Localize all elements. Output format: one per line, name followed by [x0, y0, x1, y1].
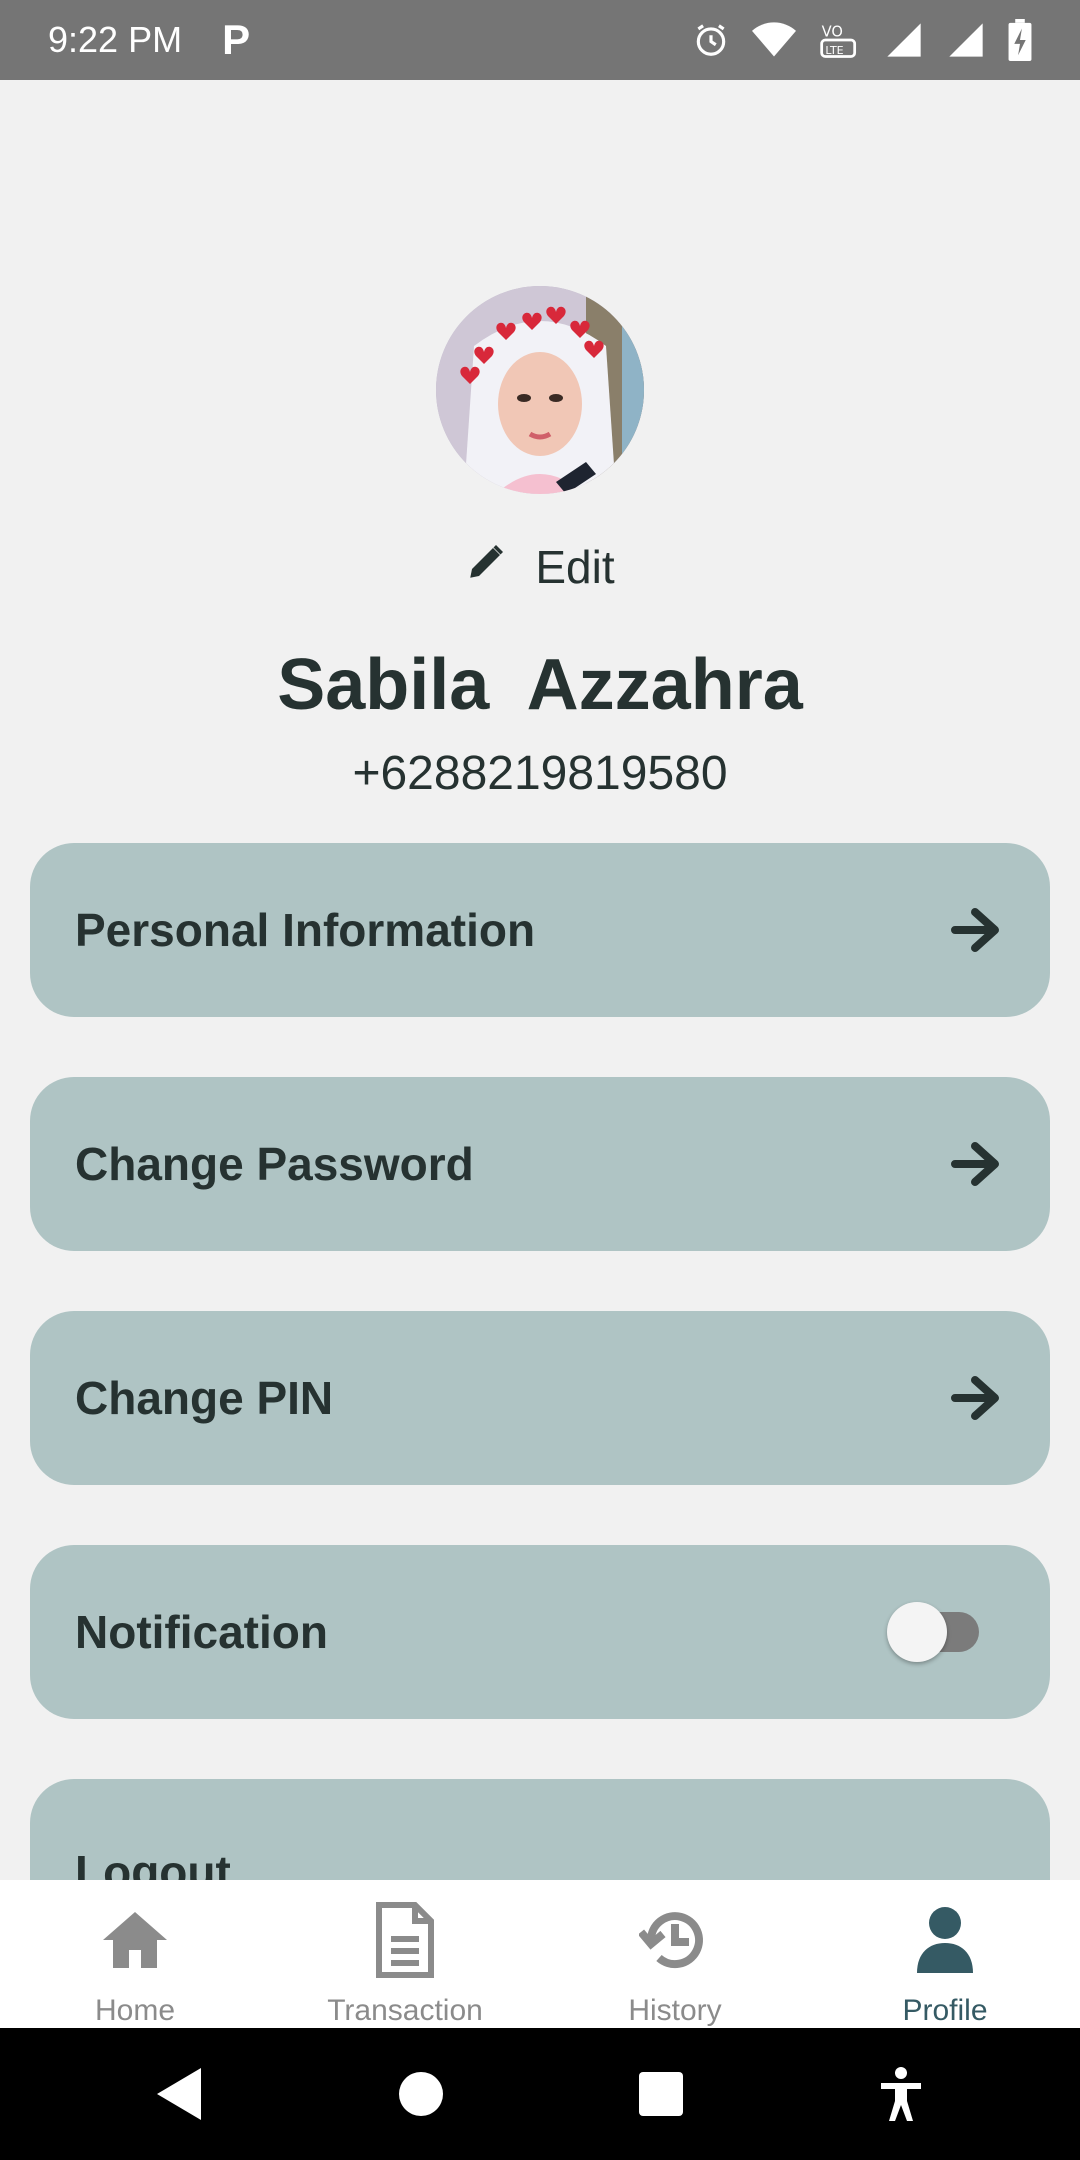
arrow-right-icon	[949, 1370, 1005, 1426]
nav-history[interactable]: History	[540, 1880, 810, 2028]
nav-history-label: History	[628, 1994, 722, 2027]
nav-home-label: Home	[94, 1994, 176, 2027]
svg-text:VO: VO	[822, 23, 843, 40]
notification-toggle[interactable]	[887, 1602, 979, 1662]
nav-transaction[interactable]: Transaction	[270, 1880, 540, 2028]
profile-avatar[interactable]	[436, 286, 644, 494]
avatar-illustration	[436, 286, 644, 494]
recents-icon[interactable]	[638, 2071, 684, 2117]
home-circle-icon[interactable]	[398, 2071, 444, 2117]
parking-app-icon: P	[222, 16, 251, 63]
bottom-navigation: Home Transaction History Profile	[0, 1880, 1080, 2028]
home-icon	[95, 1900, 175, 1980]
arrow-right-icon	[949, 902, 1005, 958]
alarm-icon	[692, 21, 730, 59]
nav-transaction-label: Transaction	[327, 1994, 483, 2027]
status-time: 9:22 PM	[48, 19, 183, 60]
change-pin-button[interactable]: Change PIN	[30, 1311, 1050, 1485]
notification-row: Notification	[30, 1545, 1050, 1719]
personal-information-button[interactable]: Personal Information	[30, 843, 1050, 1017]
personal-information-label: Personal Information	[75, 904, 536, 956]
signal-icon	[884, 20, 924, 60]
nav-home[interactable]: Home	[0, 1880, 270, 2028]
history-icon	[635, 1900, 715, 1980]
edit-profile-button[interactable]: Edit	[0, 536, 1080, 598]
svg-text:LTE: LTE	[825, 44, 843, 57]
status-bar: 9:22 PM P LTE VO	[0, 0, 1080, 80]
change-password-label: Change Password	[75, 1138, 474, 1190]
user-phone: +6288219819580	[352, 747, 728, 800]
notification-label: Notification	[75, 1606, 328, 1658]
accessibility-icon[interactable]	[879, 2067, 923, 2121]
nav-profile[interactable]: Profile	[810, 1880, 1080, 2028]
signal-icon	[946, 20, 986, 60]
back-icon[interactable]	[157, 2068, 203, 2120]
document-icon	[365, 1900, 445, 1980]
toggle-thumb	[887, 1602, 947, 1662]
user-name: Sabila Azzahra	[277, 645, 803, 725]
system-navigation-bar	[0, 2028, 1080, 2160]
nav-profile-label: Profile	[902, 1994, 988, 2027]
change-password-button[interactable]: Change Password	[30, 1077, 1050, 1251]
user-icon	[905, 1900, 985, 1980]
status-icons: LTE VO	[692, 18, 1032, 62]
profile-screen: 9:22 PM P LTE VO Edit Sabila Azzahra +62…	[0, 0, 1080, 2160]
pencil-icon	[465, 540, 507, 594]
arrow-right-icon	[949, 1136, 1005, 1192]
volte-icon: LTE VO	[818, 18, 862, 62]
battery-icon	[1008, 19, 1032, 61]
wifi-icon	[752, 21, 796, 59]
change-pin-label: Change PIN	[75, 1372, 334, 1424]
edit-label: Edit	[535, 541, 615, 593]
